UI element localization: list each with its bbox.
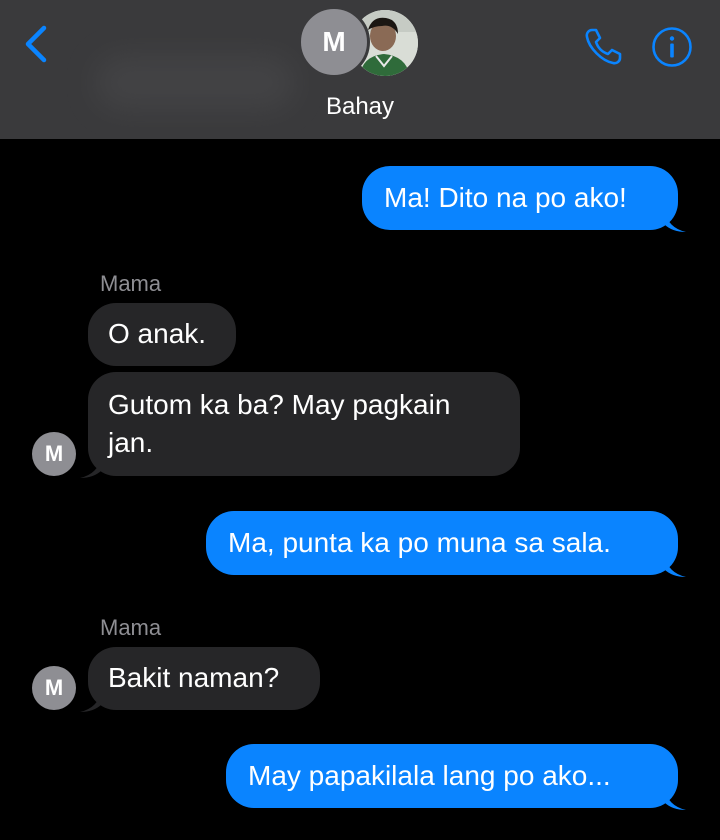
- message-bubble-received[interactable]: O anak.: [88, 303, 236, 366]
- message-bubble-sent[interactable]: Ma, punta ka po muna sa sala.: [206, 511, 678, 575]
- back-button[interactable]: [14, 20, 60, 68]
- avatar[interactable]: M: [32, 666, 76, 710]
- chevron-left-icon: [25, 25, 47, 63]
- call-button[interactable]: [580, 24, 626, 70]
- sender-label: Mama: [100, 615, 162, 640]
- avatar: M: [298, 6, 370, 78]
- messages-screen: M Bahay Ma! Dito na po ako! Mama O anak.…: [0, 0, 720, 840]
- phone-icon: [585, 28, 622, 65]
- info-button[interactable]: [651, 26, 693, 68]
- message-bubble-received[interactable]: Bakit naman?: [88, 647, 320, 710]
- contact-name[interactable]: Bahay: [0, 93, 720, 121]
- message-bubble-received[interactable]: Gutom ka ba? May pagkain jan.: [88, 372, 520, 476]
- sender-label: Mama: [100, 271, 162, 296]
- contact-avatar-group[interactable]: M: [298, 6, 422, 78]
- avatar[interactable]: M: [32, 432, 76, 476]
- message-bubble-sent[interactable]: Ma! Dito na po ako!: [362, 166, 678, 230]
- conversation-header: M Bahay: [0, 0, 720, 139]
- message-bubble-sent[interactable]: May papakilala lang po ako...: [226, 744, 678, 808]
- info-icon: [652, 27, 692, 67]
